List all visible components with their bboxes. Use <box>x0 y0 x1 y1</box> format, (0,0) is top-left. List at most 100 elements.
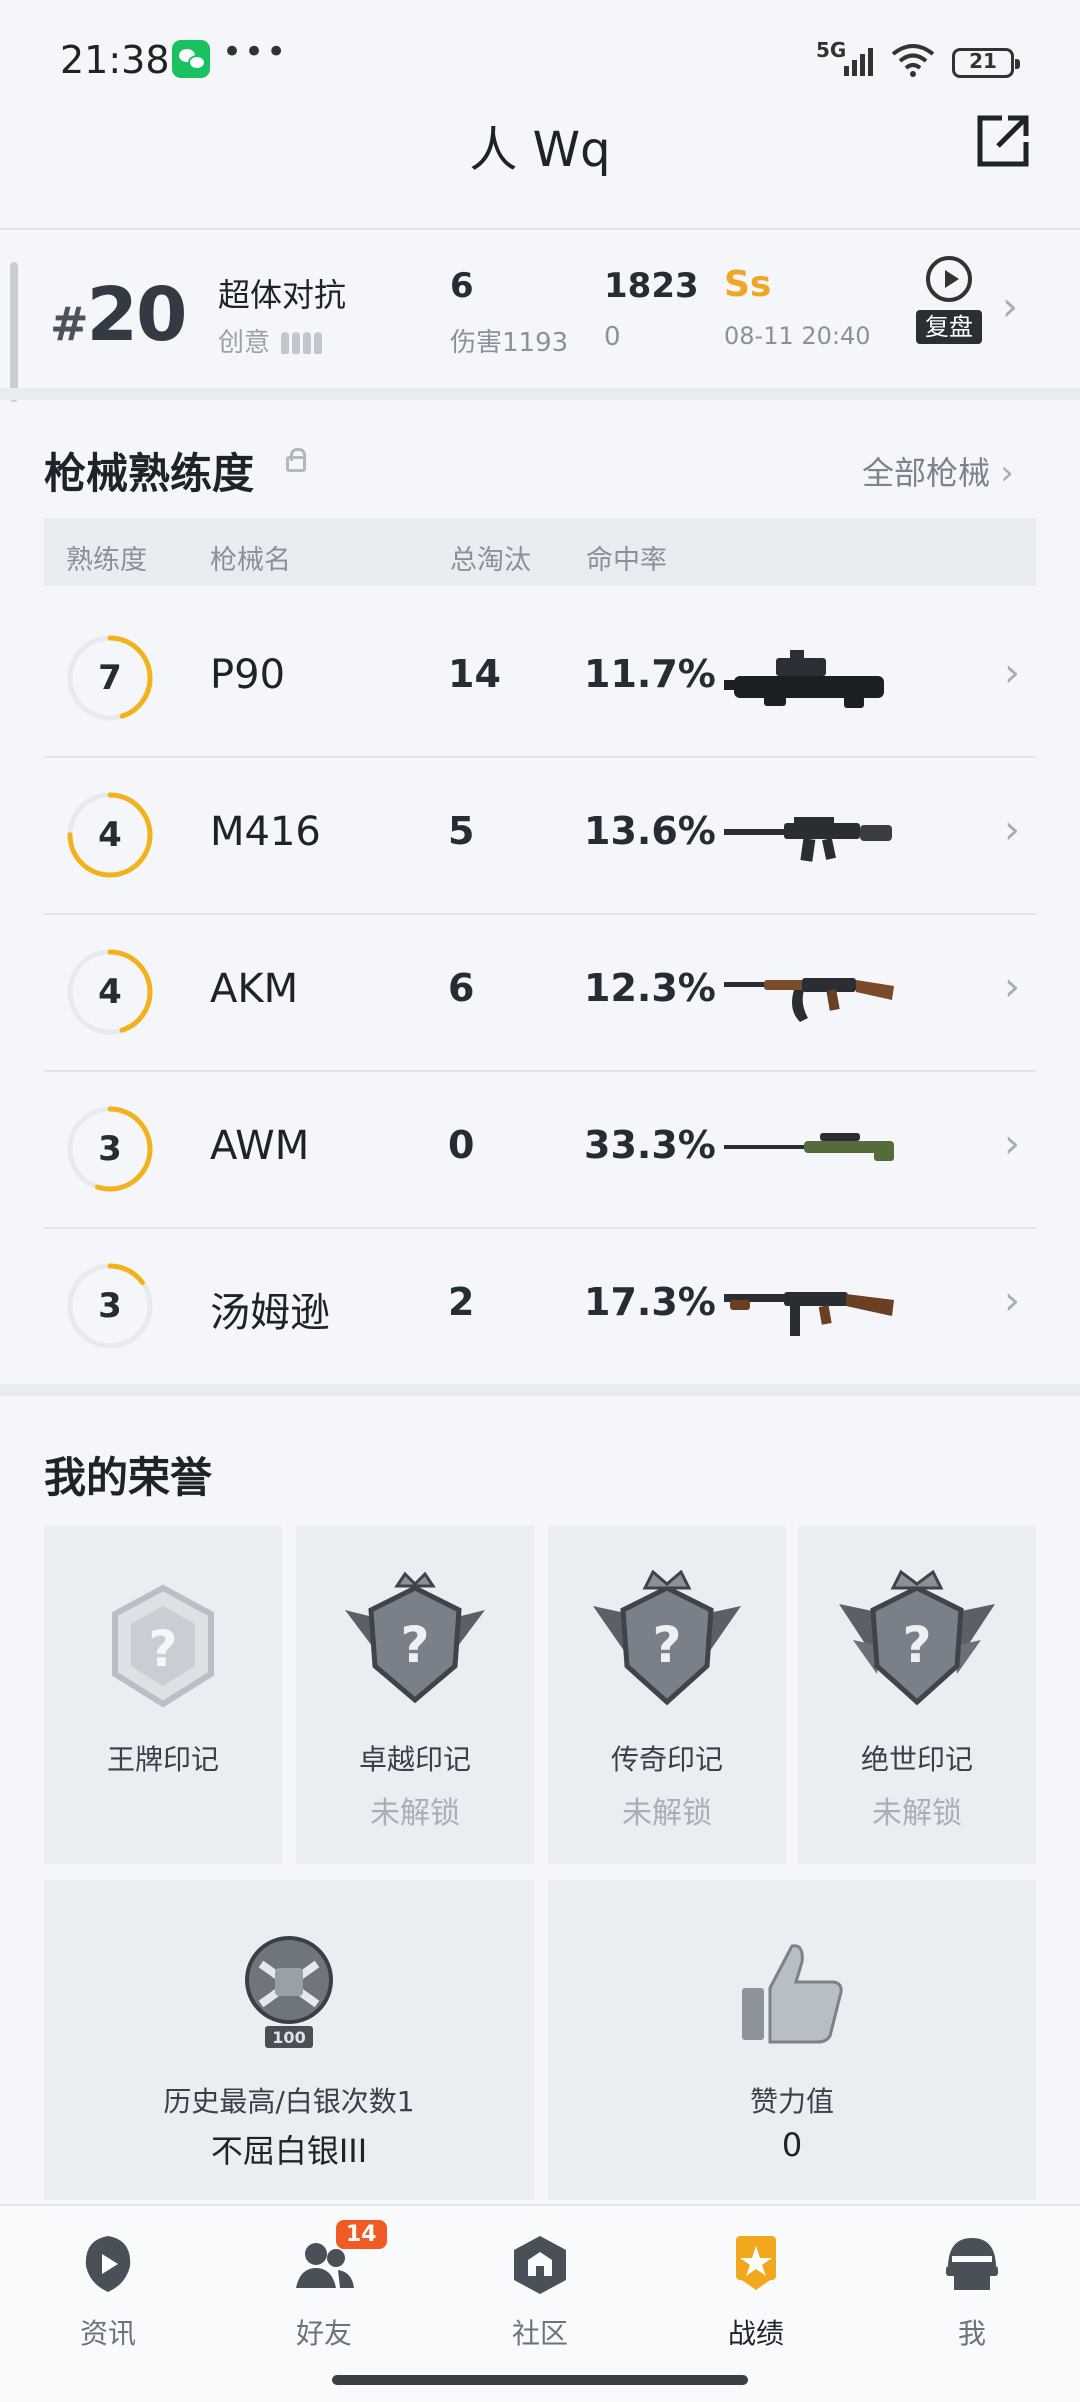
header-accuracy: 命中率 <box>586 545 667 576</box>
weapon-name: P90 <box>210 652 286 698</box>
p90-gun-icon <box>724 650 884 708</box>
weapon-row-m416[interactable]: 4 M416 5 13.6% › <box>44 757 1036 915</box>
praise-card[interactable]: 赞力值 0 <box>548 1880 1036 2200</box>
match-rank: #20 <box>50 272 188 358</box>
section-divider <box>0 1384 1080 1396</box>
honor-card-ace[interactable]: ? 王牌印记 <box>44 1526 282 1864</box>
team-member-icon <box>281 332 290 354</box>
weapon-accuracy: 12.3% <box>584 966 716 1010</box>
friends-notification-badge: 14 <box>336 2220 387 2249</box>
honors-title: 我的荣誉 <box>44 1453 213 1502</box>
replay-label: 复盘 <box>916 310 982 344</box>
status-time: 21:38 <box>60 38 170 82</box>
battery-level: 21 <box>969 49 997 73</box>
replay-icon <box>926 256 972 302</box>
lock-icon <box>286 448 306 472</box>
weapon-kills: 6 <box>448 966 475 1010</box>
signal-icon <box>844 48 873 76</box>
chevron-right-icon[interactable]: › <box>1002 284 1018 330</box>
mastery-level: 3 <box>98 1129 122 1169</box>
weapon-accuracy: 13.6% <box>584 809 716 853</box>
match-mode: 超体对抗 <box>218 276 347 314</box>
scroll-indicator <box>10 262 18 402</box>
weapon-row-akm[interactable]: 4 AKM 6 12.3% › <box>44 914 1036 1072</box>
thompson-gun-icon <box>724 1292 894 1336</box>
weapon-name: 汤姆逊 <box>210 1290 330 1336</box>
honor-card-peerless[interactable]: ? 绝世印记 未解锁 <box>798 1526 1036 1864</box>
weapon-name: AKM <box>210 966 299 1012</box>
community-icon <box>514 2236 566 2294</box>
mastery-level: 4 <box>98 815 122 855</box>
tab-label: 社区 <box>511 2317 568 2350</box>
share-icon[interactable] <box>974 112 1032 170</box>
rank-history-card[interactable]: 100 历史最高/白银次数1 不屈白银III <box>44 1880 534 2200</box>
weapon-name: AWM <box>210 1123 310 1169</box>
wechat-icon <box>172 40 210 78</box>
battery-icon: 21 <box>952 48 1020 78</box>
tab-me[interactable]: 我 <box>864 2232 1080 2352</box>
mastery-level: 7 <box>98 658 122 698</box>
header-mastery: 熟练度 <box>66 545 147 576</box>
weapon-accuracy: 11.7% <box>584 652 716 696</box>
svg-text:?: ? <box>902 1616 931 1674</box>
match-score: 1823 <box>604 266 699 306</box>
weapon-accuracy: 17.3% <box>584 1280 716 1324</box>
thumbs-up-icon <box>742 1944 843 2044</box>
honor-status: 未解锁 <box>872 1796 962 1831</box>
chevron-right-icon: › <box>1004 1278 1020 1324</box>
svg-text:?: ? <box>400 1616 429 1674</box>
svg-text:?: ? <box>148 1620 177 1678</box>
tab-label: 资讯 <box>79 2317 136 2350</box>
chevron-right-icon: › <box>1004 964 1020 1010</box>
news-icon <box>85 2236 131 2292</box>
tab-friends[interactable]: 14 好友 <box>216 2220 432 2352</box>
weapon-row-thompson[interactable]: 3 汤姆逊 2 17.3% › <box>44 1228 1036 1384</box>
team-member-icon <box>314 332 323 354</box>
badge-number: 100 <box>272 2028 305 2047</box>
records-icon <box>736 2236 776 2290</box>
all-weapons-link[interactable]: 全部枪械 › <box>862 448 1014 494</box>
weapon-name: M416 <box>210 809 321 855</box>
tab-label: 好友 <box>295 2317 352 2350</box>
honor-name: 卓越印记 <box>358 1743 471 1776</box>
weapon-accuracy: 33.3% <box>584 1123 716 1167</box>
m416-gun-icon <box>724 817 892 862</box>
weapon-kills: 0 <box>448 1123 475 1167</box>
tab-news[interactable]: 资讯 <box>0 2232 216 2352</box>
excellence-badge-icon: ? <box>345 1571 485 1704</box>
praise-label: 赞力值 <box>749 2085 834 2118</box>
match-damage: 伤害1193 <box>450 328 569 358</box>
helmet-icon <box>946 2238 998 2290</box>
match-kills: 6 <box>450 266 474 306</box>
team-member-icon <box>303 332 312 354</box>
chevron-right-icon: › <box>1000 453 1014 493</box>
ace-badge-icon: ? <box>112 1584 214 1708</box>
weapon-table-header <box>44 518 1036 586</box>
page-title: 人 Wq <box>469 122 611 178</box>
honor-card-excellence[interactable]: ? 卓越印记 未解锁 <box>296 1526 534 1864</box>
weapon-mastery-title: 枪械熟练度 <box>44 449 255 498</box>
replay-button[interactable]: 复盘 <box>912 256 988 352</box>
honor-name: 绝世印记 <box>860 1743 973 1776</box>
match-score-sub: 0 <box>604 322 621 352</box>
tab-label: 战绩 <box>727 2317 784 2350</box>
header-kills: 总淘汰 <box>450 545 531 576</box>
awm-gun-icon <box>724 1133 894 1161</box>
weapon-kills: 2 <box>448 1280 475 1324</box>
tab-community[interactable]: 社区 <box>432 2232 648 2352</box>
silver-rank-badge-icon: 100 <box>245 1936 333 2048</box>
more-dots-icon: ••• <box>222 32 289 72</box>
weapon-row-p90[interactable]: 7 P90 14 11.7% › <box>44 600 1036 758</box>
weapon-row-awm[interactable]: 3 AWM 0 33.3% › <box>44 1071 1036 1229</box>
tab-records[interactable]: 战绩 <box>648 2232 864 2352</box>
tab-label: 我 <box>957 2317 986 2350</box>
honor-card-legend[interactable]: ? 传奇印记 未解锁 <box>548 1526 786 1864</box>
rank-history-label: 历史最高/白银次数1 <box>163 2085 415 2118</box>
wifi-icon <box>891 44 935 77</box>
peerless-badge-icon: ? <box>839 1570 995 1706</box>
match-submode: 创意 <box>218 322 323 359</box>
chevron-right-icon: › <box>1004 807 1020 853</box>
akm-gun-icon <box>724 978 894 1022</box>
header-name: 枪械名 <box>210 545 291 576</box>
weapon-kills: 14 <box>448 652 501 696</box>
